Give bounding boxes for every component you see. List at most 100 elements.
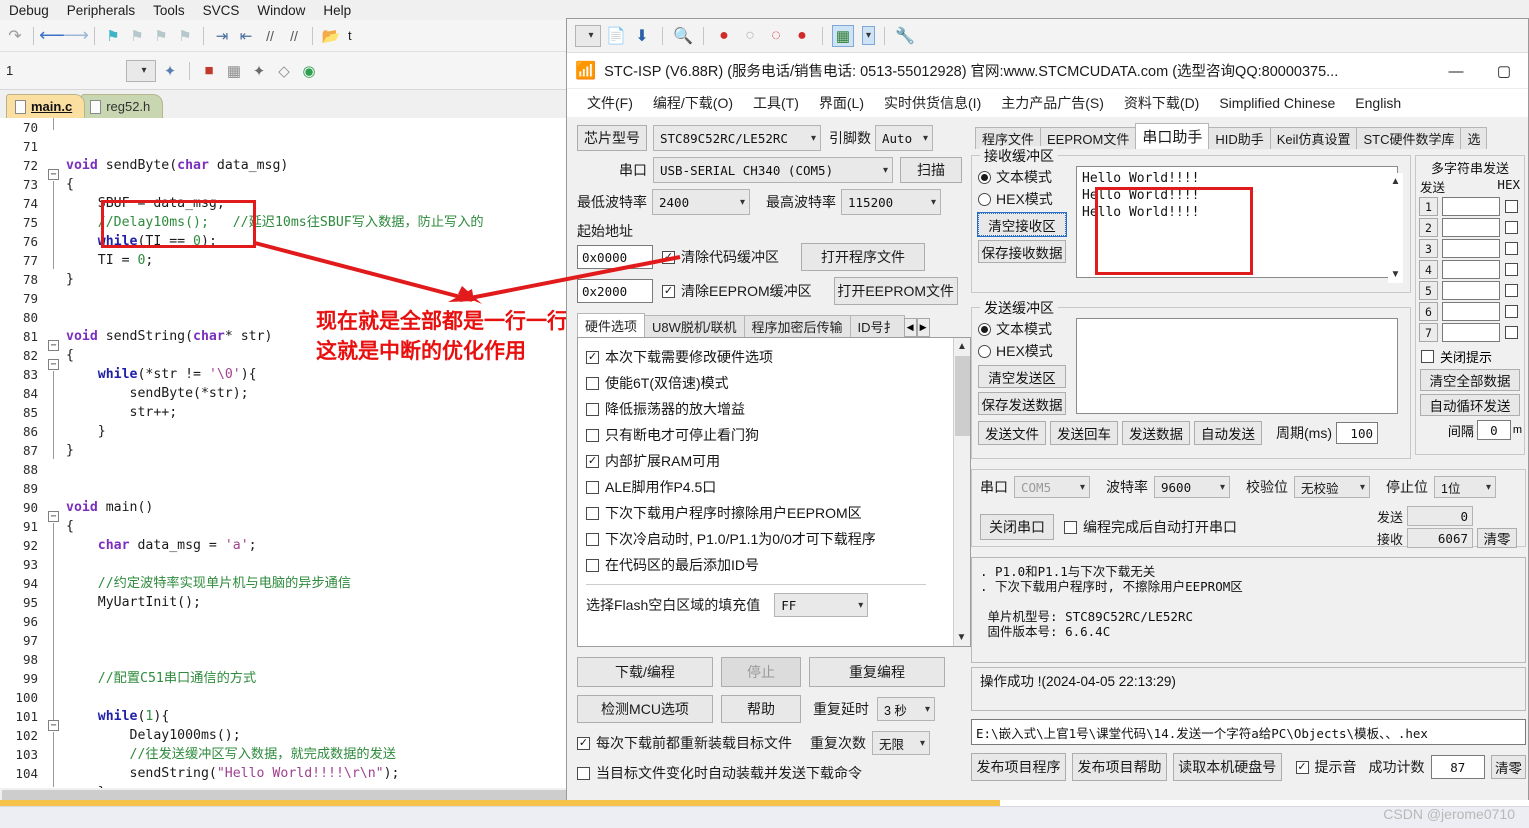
multi-string-input[interactable] [1442, 218, 1500, 237]
manage-components-icon[interactable]: ■ [198, 60, 220, 82]
multi-string-input[interactable] [1442, 239, 1500, 258]
fold-toggle-icon[interactable]: − [48, 359, 59, 370]
repeat-program-button[interactable]: 重复编程 [809, 657, 945, 687]
menu-item-debug[interactable]: Debug [0, 3, 58, 18]
menu-item-window[interactable]: Window [248, 3, 314, 18]
multi-send-button[interactable]: 7 [1419, 323, 1438, 342]
min-baud-select[interactable]: 2400 ▾ [652, 189, 750, 215]
multi-hex-checkbox[interactable] [1505, 200, 1518, 213]
scan-button[interactable]: 扫描 [900, 157, 962, 183]
start-address-input[interactable]: 0x0000 [577, 245, 653, 269]
multi-hex-checkbox[interactable] [1505, 305, 1518, 318]
eeprom-address-input[interactable]: 0x2000 [577, 279, 653, 303]
multi-hex-checkbox[interactable] [1505, 326, 1518, 339]
fold-toggle-icon[interactable]: − [48, 720, 59, 731]
send-cr-button[interactable]: 发送回车 [1050, 421, 1118, 445]
multi-string-input[interactable] [1442, 260, 1500, 279]
pin-count-select[interactable]: Auto ▾ [875, 125, 933, 151]
breakpoint-icon[interactable]: ● [713, 25, 735, 47]
multi-string-input[interactable] [1442, 302, 1500, 321]
detect-mcu-button[interactable]: 检测MCU选项 [577, 695, 713, 723]
breakpoints-clear-icon[interactable]: ● [791, 25, 813, 47]
help-button[interactable]: 帮助 [721, 695, 801, 723]
stc-menu-file[interactable]: 文件(F) [577, 93, 643, 113]
tab-keil-sim-settings[interactable]: Keil仿真设置 [1269, 127, 1358, 149]
send-textarea[interactable] [1076, 318, 1398, 414]
stc-menu-supply-info[interactable]: 实时供货信息(I) [874, 93, 991, 113]
clear-send-button[interactable]: 清空发送区 [978, 365, 1066, 388]
editor-tab-main-c[interactable]: main.c [6, 94, 86, 118]
code-folding-column[interactable]: − − − − − [44, 118, 66, 802]
assistant-port-select[interactable]: COM5 ▾ [1014, 476, 1090, 498]
option-row[interactable]: ALE脚用作P4.5口 [586, 474, 970, 500]
pack-world-icon[interactable]: ◉ [298, 60, 320, 82]
fold-toggle-icon[interactable]: − [48, 340, 59, 351]
tab-u8w-offline[interactable]: U8W脱机/联机 [644, 315, 745, 337]
search-magnifier-icon[interactable]: 🔍 [672, 25, 694, 47]
receive-scrollbar[interactable]: ▲ ▼ [1388, 173, 1403, 283]
open-folder-icon[interactable]: 📂 [320, 25, 342, 47]
toolbar-dropdown[interactable]: ▾ [575, 24, 601, 47]
option-row[interactable]: 降低振荡器的放大增益 [586, 396, 970, 422]
indent-increase-icon[interactable]: ⇥ [211, 25, 233, 47]
period-input[interactable]: 100 [1336, 422, 1378, 444]
option-row[interactable]: 在代码区的最后添加ID号 [586, 552, 970, 578]
manage-run-env-icon[interactable]: ◇ [273, 60, 295, 82]
stc-isp-window[interactable]: ▾ 📄 ⬇ 🔍 ● ○ ◌ ● ▦ ▾ 🔧 📶 STC-ISP (V6.88R)… [566, 18, 1529, 800]
close-tip-checkbox[interactable]: 关闭提示 [1416, 345, 1524, 366]
stc-menu-interface[interactable]: 界面(L) [809, 93, 874, 113]
option-row[interactable]: ✓ 本次下载需要修改硬件选项 [586, 344, 970, 370]
clear-all-data-button[interactable]: 清空全部数据 [1420, 369, 1520, 391]
tab-id-number[interactable]: ID号扌 [849, 315, 905, 337]
option-row[interactable]: 只有断电才可停止看门狗 [586, 422, 970, 448]
auto-send-button[interactable]: 自动发送 [1194, 421, 1262, 445]
multi-hex-checkbox[interactable] [1505, 221, 1518, 234]
multi-send-button[interactable]: 5 [1419, 281, 1438, 300]
bookmark-next-icon[interactable]: ⚑ [150, 25, 172, 47]
editor-tab-reg52-h[interactable]: reg52.h [81, 94, 164, 118]
download-program-button[interactable]: 下载/编程 [577, 657, 713, 687]
bookmark-prev-icon[interactable]: ⚑ [126, 25, 148, 47]
stop-button[interactable]: 停止 [721, 657, 801, 687]
stopbit-select[interactable]: 1位 ▾ [1434, 476, 1496, 498]
repeat-delay-select[interactable]: 3 秒 ▾ [877, 697, 935, 721]
tab-encrypted-transfer[interactable]: 程序加密后传输 [743, 315, 851, 337]
save-receive-button[interactable]: 保存接收数据 [978, 240, 1066, 263]
multi-send-button[interactable]: 3 [1419, 239, 1438, 258]
clear-eeprom-buffer-checkbox[interactable]: ✓ 清除EEPROM缓冲区 [662, 281, 812, 301]
multi-send-button[interactable]: 6 [1419, 302, 1438, 321]
indent-decrease-icon[interactable]: ⇤ [235, 25, 257, 47]
clear-success-count-button[interactable]: 清零 [1491, 755, 1527, 779]
max-baud-select[interactable]: 115200 ▾ [841, 189, 941, 215]
clear-counter-button[interactable]: 清零 [1477, 528, 1517, 548]
comment-lines-icon[interactable]: // [259, 25, 281, 47]
menu-item-peripherals[interactable]: Peripherals [58, 3, 144, 18]
save-send-button[interactable]: 保存发送数据 [978, 392, 1066, 415]
multi-hex-checkbox[interactable] [1505, 284, 1518, 297]
tab-hardware-options[interactable]: 硬件选项 [577, 313, 646, 337]
pack-installer-icon[interactable]: ✦ [248, 60, 270, 82]
option-row[interactable]: 下次冷启动时, P1.0/P1.1为0/0才可下载程序 [586, 526, 970, 552]
flash-fill-select[interactable]: FF ▾ [774, 593, 869, 617]
recv-hex-mode-radio[interactable]: HEX模式 [978, 188, 1072, 210]
fold-toggle-icon[interactable]: − [48, 169, 59, 180]
send-file-button[interactable]: 发送文件 [978, 421, 1046, 445]
breakpoint-disabled-icon[interactable]: ○ [739, 25, 761, 47]
option-row[interactable]: 下次下载用户程序时擦除用户EEPROM区 [586, 500, 970, 526]
send-data-button[interactable]: 发送数据 [1122, 421, 1190, 445]
minimize-button[interactable]: — [1432, 53, 1480, 89]
send-text-mode-radio[interactable]: 文本模式 [978, 318, 1072, 340]
multi-hex-checkbox[interactable] [1505, 242, 1518, 255]
download-pin-icon[interactable]: ⬇ [631, 25, 653, 47]
configure-target-icon[interactable]: ✦ [159, 60, 181, 82]
maximize-button[interactable]: ▢ [1480, 53, 1528, 89]
assistant-baud-select[interactable]: 9600 ▾ [1154, 476, 1230, 498]
tab-scroll-left-icon[interactable]: ◀ [903, 318, 917, 337]
multi-project-icon[interactable]: ▦ [223, 60, 245, 82]
clear-receive-button[interactable]: 清空接收区 [977, 212, 1067, 237]
tab-scroll-right-icon[interactable]: ▶ [916, 318, 930, 337]
recv-text-mode-radio[interactable]: 文本模式 [978, 166, 1072, 188]
stc-menu-simplified-chinese[interactable]: Simplified Chinese [1209, 95, 1345, 111]
redo-icon[interactable]: ↷ [4, 25, 26, 47]
stc-menu-products-ad[interactable]: 主力产品广告(S) [991, 93, 1114, 113]
